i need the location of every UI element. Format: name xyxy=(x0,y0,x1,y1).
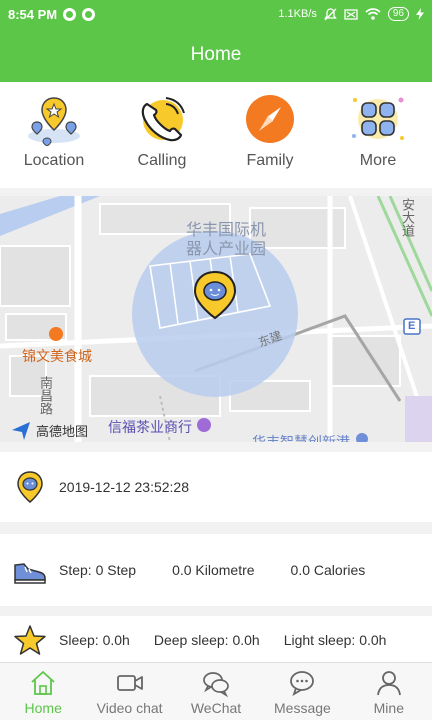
map-label-tea-shop: 信福茶业商行 xyxy=(108,419,192,435)
quick-menu-more[interactable]: More xyxy=(324,82,432,188)
star-icon xyxy=(14,625,46,655)
tab-label: Mine xyxy=(373,700,404,716)
tab-label: Home xyxy=(24,700,62,716)
tab-label: Video chat xyxy=(96,700,163,716)
quick-menu-label: Location xyxy=(23,152,85,169)
sleep-deep: Deep sleep: 0.0h xyxy=(153,632,260,648)
notification-icon-2 xyxy=(82,7,96,21)
home-icon xyxy=(31,671,55,695)
sleep-card[interactable]: Sleep: 0.0h Deep sleep: 0.0h Light sleep… xyxy=(0,616,432,664)
map-exit-marker-label: E xyxy=(408,320,416,332)
location-datetime: 2019-12-12 23:52:28 xyxy=(59,479,189,495)
quick-menu-label: Family xyxy=(246,152,294,169)
message-bubble-icon xyxy=(290,671,315,696)
map-label-top-right: 安大道 xyxy=(400,198,415,237)
tab-wechat[interactable]: WeChat xyxy=(173,663,259,720)
tab-video-chat[interactable]: Video chat xyxy=(86,663,172,720)
sleep-total: Sleep: 0.0h xyxy=(59,632,130,648)
chat-bubbles-icon xyxy=(203,672,229,698)
compass-icon xyxy=(246,95,294,143)
sleep-light: Light sleep: 0.0h xyxy=(283,632,387,648)
video-camera-icon xyxy=(116,675,143,691)
watch-marker-icon xyxy=(17,471,43,503)
network-speed: 1.1KB/s xyxy=(278,8,317,20)
tab-home[interactable]: Home xyxy=(0,663,86,720)
calories-value: 0.0 Calories xyxy=(290,562,366,578)
quick-menu-calling[interactable]: Calling xyxy=(108,82,216,188)
sim-icon xyxy=(344,8,358,20)
steps-card[interactable]: Step: 0 Step 0.0 Kilometre 0.0 Calories xyxy=(0,534,432,606)
map-view[interactable]: 华丰国际机 器人产业园 锦文美食城 南昌路 东建 信福茶业商行 华丰智慧创新港 … xyxy=(0,196,432,442)
tab-label: Message xyxy=(274,700,331,716)
map-label-bottom: 华丰智慧创新港 xyxy=(252,434,350,442)
map-label-restaurant: 锦文美食城 xyxy=(22,348,92,364)
page-title: Home xyxy=(190,44,242,65)
quick-menu: Location Calling Family More xyxy=(0,82,432,188)
quick-menu-location[interactable]: Location xyxy=(0,82,108,188)
quick-menu-label: Calling xyxy=(137,152,187,169)
distance-value: 0.0 Kilometre xyxy=(172,562,255,578)
map-label-industrial-park-2: 器人产业园 xyxy=(186,241,267,258)
mute-bell-icon xyxy=(324,7,337,20)
amap-logo: 高德地图 xyxy=(36,424,89,439)
bottom-tab-bar: Home Video chat WeChat Message Mine xyxy=(0,662,432,720)
notification-icon xyxy=(63,7,77,21)
status-time: 8:54 PM xyxy=(8,6,58,22)
person-icon xyxy=(376,671,401,696)
grid-icon xyxy=(352,97,404,140)
quick-menu-family[interactable]: Family xyxy=(216,82,324,188)
step-count: Step: 0 Step xyxy=(59,562,137,578)
charging-icon xyxy=(416,8,424,20)
sneaker-icon xyxy=(14,563,46,584)
status-bar: 8:54 PM 1.1KB/s 96 xyxy=(0,0,432,28)
location-pins-icon xyxy=(28,97,80,146)
phone-icon xyxy=(141,97,185,142)
battery-indicator: 96 xyxy=(387,7,409,21)
wifi-icon xyxy=(365,8,381,20)
tab-message[interactable]: Message xyxy=(259,663,345,720)
location-card[interactable]: 2019-12-12 23:52:28 xyxy=(0,452,432,522)
map-label-road-south: 南昌路 xyxy=(38,376,53,415)
header: Home xyxy=(0,28,432,82)
quick-menu-label: More xyxy=(359,152,397,169)
tab-mine[interactable]: Mine xyxy=(346,663,432,720)
tab-label: WeChat xyxy=(190,700,242,716)
